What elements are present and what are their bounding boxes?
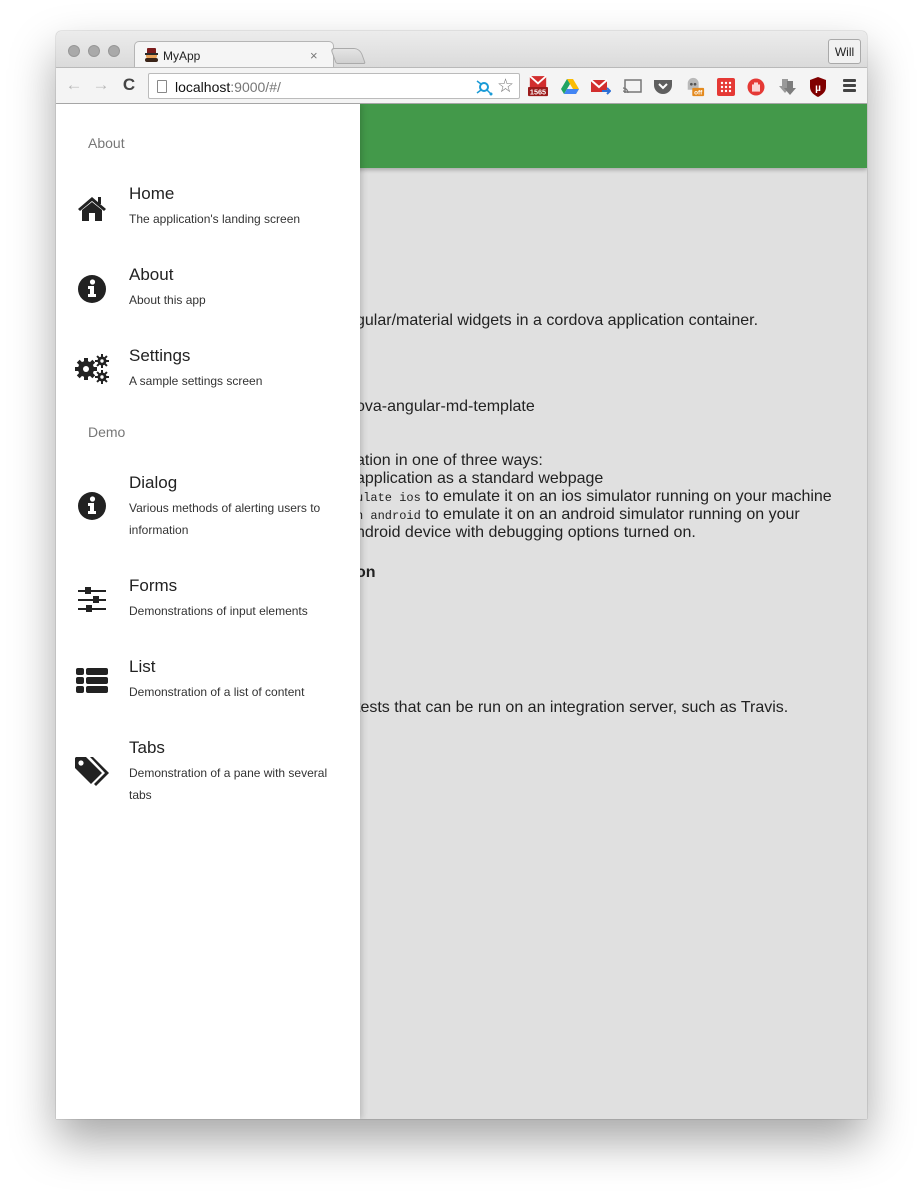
bookmark-star-icon[interactable]: ☆	[497, 75, 514, 98]
content-line: ulate ios to emulate it on an ios simula…	[356, 488, 832, 507]
profile-button[interactable]: Will	[828, 39, 861, 64]
google-drive-icon[interactable]	[560, 77, 580, 97]
content-line: ation in one of three ways:	[356, 452, 543, 469]
nav-item-title: About	[129, 265, 174, 284]
nav-item-title: Forms	[129, 576, 178, 595]
nav-item-description: The application's landing screen	[129, 212, 301, 226]
close-window-button[interactable]	[68, 45, 80, 57]
nav-item-description: About this app	[129, 293, 206, 307]
tags-icon	[74, 755, 110, 787]
back-button[interactable]: ←	[64, 76, 84, 94]
page-icon	[157, 80, 167, 93]
tab-close-icon[interactable]: ×	[310, 48, 318, 63]
content-text: to emulate it on an android simulator ru…	[420, 506, 800, 523]
tab-content: MyApp	[144, 43, 324, 68]
info-icon	[76, 273, 108, 305]
nav-item-title: List	[129, 657, 156, 676]
info-icon	[76, 490, 108, 522]
nav-item-title: Settings	[129, 346, 191, 365]
sliders-icon	[76, 584, 108, 616]
section-header-demo: Demo	[88, 424, 126, 440]
nav-item-description: Demonstration of a pane with several tab…	[129, 766, 328, 802]
content-line: ova-angular-md-template	[356, 398, 535, 415]
nav-item-description: Various methods of alerting users to inf…	[129, 501, 321, 537]
tab-title: MyApp	[163, 48, 201, 63]
nav-item-list[interactable]: List Demonstration of a list of content	[56, 657, 360, 717]
nav-item-description: A sample settings screen	[129, 374, 263, 388]
code-snippet: n android	[356, 509, 421, 523]
nav-item-about[interactable]: About About this app	[56, 265, 360, 325]
nav-item-title: Home	[129, 184, 175, 203]
zoom-window-button[interactable]	[108, 45, 120, 57]
cast-icon[interactable]	[622, 77, 642, 97]
grid-app-icon[interactable]	[716, 77, 736, 97]
new-tab-button[interactable]	[330, 48, 366, 64]
url-text[interactable]: localhost:9000/#/	[175, 79, 281, 95]
nav-item-dialog[interactable]: Dialog Various methods of alerting users…	[56, 473, 360, 553]
nav-item-home[interactable]: Home The application's landing screen	[56, 184, 360, 244]
minimize-window-button[interactable]	[88, 45, 100, 57]
nav-item-description: Demonstration of a list of content	[129, 685, 305, 699]
content-line: tests that can be run on an integration …	[356, 699, 789, 716]
nav-item-tabs[interactable]: Tabs Demonstration of a pane with severa…	[56, 738, 360, 818]
gears-icon	[74, 353, 110, 385]
gmail-send-icon[interactable]	[591, 77, 611, 97]
adblock-icon[interactable]	[746, 77, 766, 97]
download-icon[interactable]	[777, 77, 797, 97]
ublock-icon[interactable]: µ	[808, 77, 828, 97]
reload-button[interactable]: C	[119, 76, 139, 94]
content-line: ndroid device with debugging options tur…	[356, 524, 696, 541]
url-host: localhost	[175, 79, 231, 95]
side-navigation: About Home The application's landing scr…	[56, 104, 360, 1119]
content-line: n android to emulate it on an android si…	[356, 506, 800, 525]
list-icon	[76, 665, 108, 697]
ublock-glyph: µ	[815, 83, 821, 94]
content-line: application as a standard webpage	[356, 470, 604, 487]
browser-toolbar: ← → C localhost:9000/#/ ☆ 1565 off µ	[56, 67, 867, 104]
forward-button[interactable]: →	[91, 76, 111, 94]
tab-strip: MyApp × Will	[56, 31, 867, 68]
page-viewport: gular/material widgets in a cordova appl…	[56, 104, 867, 1119]
nav-item-description: Demonstrations of input elements	[129, 604, 308, 618]
url-path: :9000/#/	[230, 79, 281, 95]
app-favicon-icon	[144, 48, 159, 63]
pocket-icon[interactable]	[653, 77, 673, 97]
content-text: to emulate it on an ios simulator runnin…	[420, 488, 832, 505]
code-snippet: ulate ios	[356, 491, 421, 505]
browser-window: MyApp × Will ← → C localhost:9000/#/ ☆ 1…	[56, 31, 867, 1119]
nav-item-title: Tabs	[129, 738, 165, 757]
nav-item-forms[interactable]: Forms Demonstrations of input elements	[56, 576, 360, 636]
nav-item-title: Dialog	[129, 473, 178, 492]
content-line: gular/material widgets in a cordova appl…	[356, 312, 759, 329]
ghostery-icon[interactable]: off	[685, 77, 705, 97]
home-icon	[76, 192, 108, 224]
address-bar[interactable]: localhost:9000/#/ ☆	[148, 73, 520, 99]
chrome-menu-icon[interactable]	[843, 79, 856, 94]
network-extension-icon[interactable]	[475, 78, 493, 96]
ghostery-badge: off	[694, 90, 703, 97]
gmail-badge-count: 1565	[530, 87, 546, 96]
nav-item-settings[interactable]: Settings A sample settings screen	[56, 346, 360, 406]
section-header-about: About	[88, 135, 125, 151]
gmail-checker-icon[interactable]: 1565	[528, 75, 548, 97]
